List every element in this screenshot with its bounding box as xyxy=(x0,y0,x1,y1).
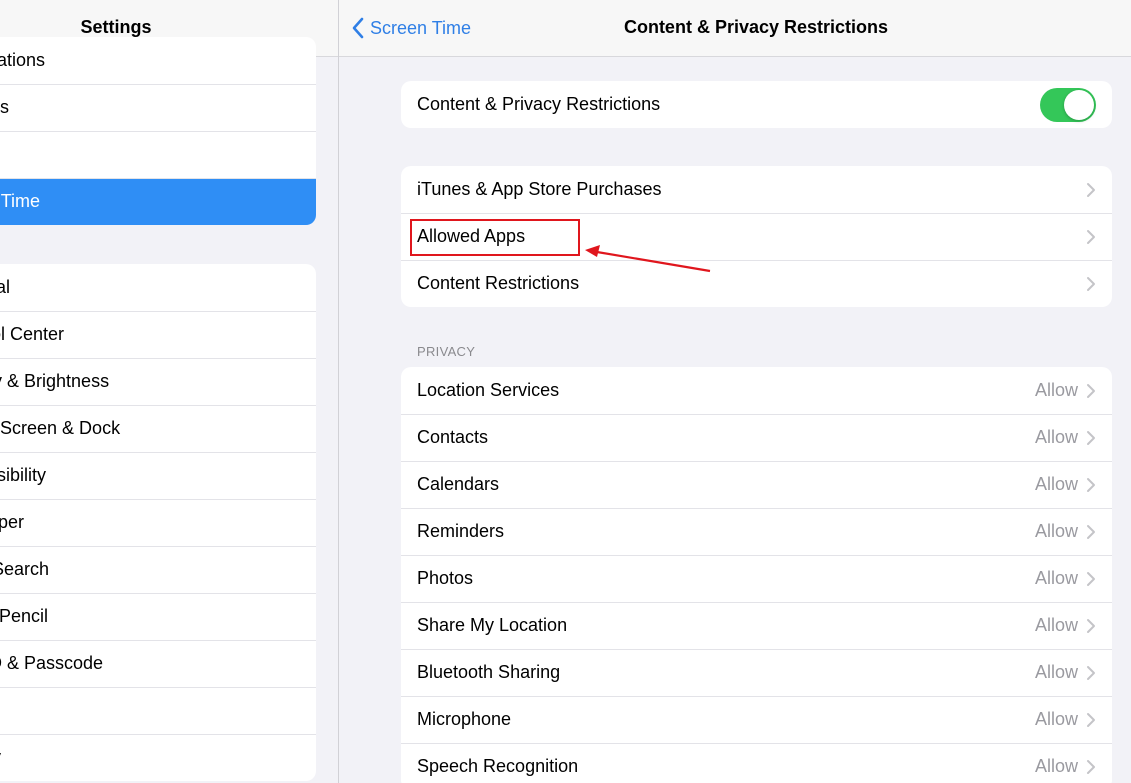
sidebar-item-label: pple Pencil xyxy=(0,606,49,626)
share-my-location-row[interactable]: Share My Location Allow xyxy=(401,602,1112,649)
sidebar-item-label: ivacy xyxy=(0,734,1,781)
row-value: Allow xyxy=(1034,474,1078,494)
chevron-right-icon xyxy=(1087,229,1095,244)
content-privacy-toggle-row: Content & Privacy Restrictions xyxy=(401,81,1112,128)
itunes-app-store-row[interactable]: iTunes & App Store Purchases xyxy=(401,166,1112,213)
sidebar-item-control-center[interactable]: ontrol Center xyxy=(0,311,316,358)
sidebar-group-1: otifications ounds cus reen Time xyxy=(0,37,316,225)
chevron-right-icon xyxy=(1087,477,1095,492)
sidebar-item-general[interactable]: eneral xyxy=(0,264,316,311)
chevron-right-icon xyxy=(1087,618,1095,633)
sidebar-item-label: allpaper xyxy=(0,512,25,532)
row-value: Allow xyxy=(1034,427,1078,447)
restrictions-toggle-card: Content & Privacy Restrictions xyxy=(401,81,1112,128)
page-title: Content & Privacy Restrictions xyxy=(623,17,889,37)
navigation-bar: Screen Time Content & Privacy Restrictio… xyxy=(339,0,1131,57)
photos-row[interactable]: Photos Allow xyxy=(401,555,1112,602)
sidebar-item-sounds[interactable]: ounds xyxy=(0,84,316,131)
sidebar-item-label: ontrol Center xyxy=(0,324,65,344)
row-value: Allow xyxy=(1034,521,1078,541)
row-label: Contacts xyxy=(417,427,489,447)
reminders-row[interactable]: Reminders Allow xyxy=(401,508,1112,555)
sidebar-item-siri-search[interactable]: ri & Search xyxy=(0,546,316,593)
row-label: Speech Recognition xyxy=(417,756,579,776)
settings-sidebar: Settings otifications ounds cus reen Tim… xyxy=(0,0,339,783)
row-label: Photos xyxy=(417,568,474,588)
row-value: Allow xyxy=(1034,615,1078,635)
chevron-right-icon xyxy=(1087,182,1095,197)
chevron-right-icon xyxy=(1087,383,1095,398)
chevron-right-icon xyxy=(1087,571,1095,586)
microphone-row[interactable]: Microphone Allow xyxy=(401,696,1112,743)
sidebar-item-label: splay & Brightness xyxy=(0,371,110,391)
sidebar-item-label: ccessibility xyxy=(0,465,47,485)
location-services-row[interactable]: Location Services Allow xyxy=(401,367,1112,414)
chevron-right-icon xyxy=(1087,276,1095,291)
row-label: Content Restrictions xyxy=(417,273,580,293)
sidebar-item-label: eneral xyxy=(0,277,11,297)
sidebar-item-focus[interactable]: cus xyxy=(0,131,316,178)
privacy-section-header: PRIVACY xyxy=(417,344,476,359)
calendars-row[interactable]: Calendars Allow xyxy=(401,461,1112,508)
sidebar-item-wallpaper[interactable]: allpaper xyxy=(0,499,316,546)
content-restrictions-row[interactable]: Content Restrictions xyxy=(401,260,1112,307)
row-value: Allow xyxy=(1034,662,1078,682)
toggle-row-label: Content & Privacy Restrictions xyxy=(417,94,661,114)
sidebar-group-2: eneral ontrol Center splay & Brightness … xyxy=(0,264,316,781)
sidebar-item-battery[interactable]: ttery xyxy=(0,687,316,734)
row-value: Allow xyxy=(1034,380,1078,400)
row-label: iTunes & App Store Purchases xyxy=(417,179,662,199)
toggle-knob xyxy=(1064,89,1094,120)
row-label: Calendars xyxy=(417,474,500,494)
sidebar-item-label: ome Screen & Dock xyxy=(0,418,121,438)
row-label: Bluetooth Sharing xyxy=(417,662,561,682)
chevron-right-icon xyxy=(1087,524,1095,539)
sidebar-item-privacy[interactable]: ivacy xyxy=(0,734,316,781)
sidebar-item-screen-time[interactable]: reen Time xyxy=(0,178,316,225)
row-label: Location Services xyxy=(417,380,560,400)
screen: Settings otifications ounds cus reen Tim… xyxy=(0,0,1131,783)
row-label: Microphone xyxy=(417,709,512,729)
sidebar-item-label: reen Time xyxy=(0,191,41,211)
content-privacy-toggle[interactable] xyxy=(1040,87,1096,122)
chevron-right-icon xyxy=(1087,430,1095,445)
sidebar-item-label: ri & Search xyxy=(0,559,50,579)
sidebar-item-home-screen-dock[interactable]: ome Screen & Dock xyxy=(0,405,316,452)
sidebar-item-label: otifications xyxy=(0,50,46,70)
contacts-row[interactable]: Contacts Allow xyxy=(401,414,1112,461)
row-value: Allow xyxy=(1034,709,1078,729)
row-value: Allow xyxy=(1034,568,1078,588)
chevron-right-icon xyxy=(1087,759,1095,774)
sidebar-title: Settings xyxy=(80,17,152,37)
detail-pane: Screen Time Content & Privacy Restrictio… xyxy=(339,0,1131,783)
row-label: Reminders xyxy=(417,521,505,541)
sidebar-item-label: ounds xyxy=(0,97,10,117)
sidebar-item-apple-pencil[interactable]: pple Pencil xyxy=(0,593,316,640)
sidebar-item-face-id-passcode[interactable]: ce ID & Passcode xyxy=(0,640,316,687)
sidebar-item-accessibility[interactable]: ccessibility xyxy=(0,452,316,499)
sidebar-item-display-brightness[interactable]: splay & Brightness xyxy=(0,358,316,405)
speech-recognition-row[interactable]: Speech Recognition Allow xyxy=(401,743,1112,783)
chevron-right-icon xyxy=(1087,712,1095,727)
sidebar-item-label: ce ID & Passcode xyxy=(0,653,104,673)
privacy-card: Location Services Allow Contacts Allow C… xyxy=(401,367,1112,783)
chevron-right-icon xyxy=(1087,665,1095,680)
row-value: Allow xyxy=(1034,756,1078,776)
sidebar-item-notifications[interactable]: otifications xyxy=(0,37,316,84)
annotation-highlight-box xyxy=(410,219,580,256)
bluetooth-sharing-row[interactable]: Bluetooth Sharing Allow xyxy=(401,649,1112,696)
row-label: Share My Location xyxy=(417,615,568,635)
